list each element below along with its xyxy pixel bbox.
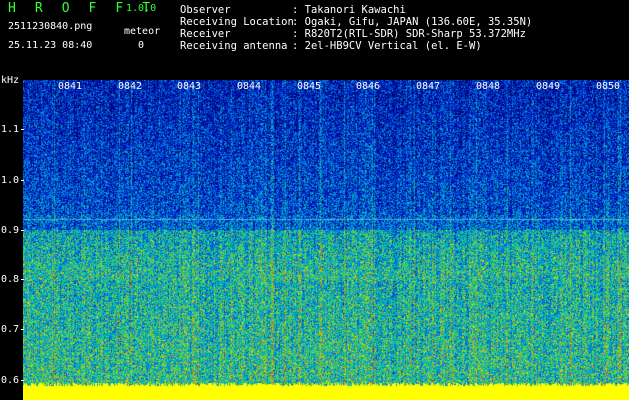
spectrogram-panel	[23, 80, 629, 400]
antenna-value: : 2el-HB9CV Vertical (el. E-W)	[292, 40, 482, 52]
observer-label: Observer	[180, 4, 231, 16]
location-value: : Ogaki, Gifu, JAPAN (136.60E, 35.35N)	[292, 16, 533, 28]
y-tick-label: 0.8	[1, 274, 20, 285]
y-tick-mark	[21, 180, 24, 181]
x-tick-label: 0845	[297, 81, 322, 92]
y-tick-mark	[21, 279, 24, 280]
y-tick-label: 0.6	[1, 375, 20, 386]
x-tick-label: 0850	[596, 81, 621, 92]
y-tick-mark	[21, 380, 24, 381]
y-tick-label: 0.9	[1, 225, 20, 236]
app-version: 1.0.0	[126, 3, 157, 14]
meteor-count: 0	[138, 40, 145, 51]
y-axis-unit: kHz	[1, 75, 20, 86]
y-tick-label: 1.1	[1, 124, 20, 135]
x-tick-label: 0846	[356, 81, 381, 92]
y-tick-mark	[21, 129, 24, 130]
file-datetime: 25.11.23 08:40	[8, 40, 93, 51]
antenna-label: Receiving antenna	[180, 40, 288, 52]
spectrogram-canvas	[23, 80, 629, 400]
x-tick-label: 0842	[118, 81, 143, 92]
x-tick-label: 0841	[58, 81, 83, 92]
location-label: Receiving Location	[180, 16, 294, 28]
observer-value: : Takanori Kawachi	[292, 4, 406, 16]
y-tick-mark	[21, 329, 24, 330]
meteor-label: meteor	[124, 26, 161, 37]
x-tick-label: 0849	[536, 81, 561, 92]
file-name: 2511230840.png	[8, 21, 93, 32]
x-tick-label: 0844	[237, 81, 262, 92]
x-tick-label: 0848	[476, 81, 501, 92]
y-tick-mark	[21, 230, 24, 231]
y-tick-label: 0.7	[1, 324, 20, 335]
receiver-label: Receiver	[180, 28, 231, 40]
x-tick-label: 0847	[416, 81, 441, 92]
y-tick-label: 1.0	[1, 175, 20, 186]
receiver-value: : R820T2(RTL-SDR) SDR-Sharp 53.372MHz	[292, 28, 526, 40]
x-tick-label: 0843	[177, 81, 202, 92]
